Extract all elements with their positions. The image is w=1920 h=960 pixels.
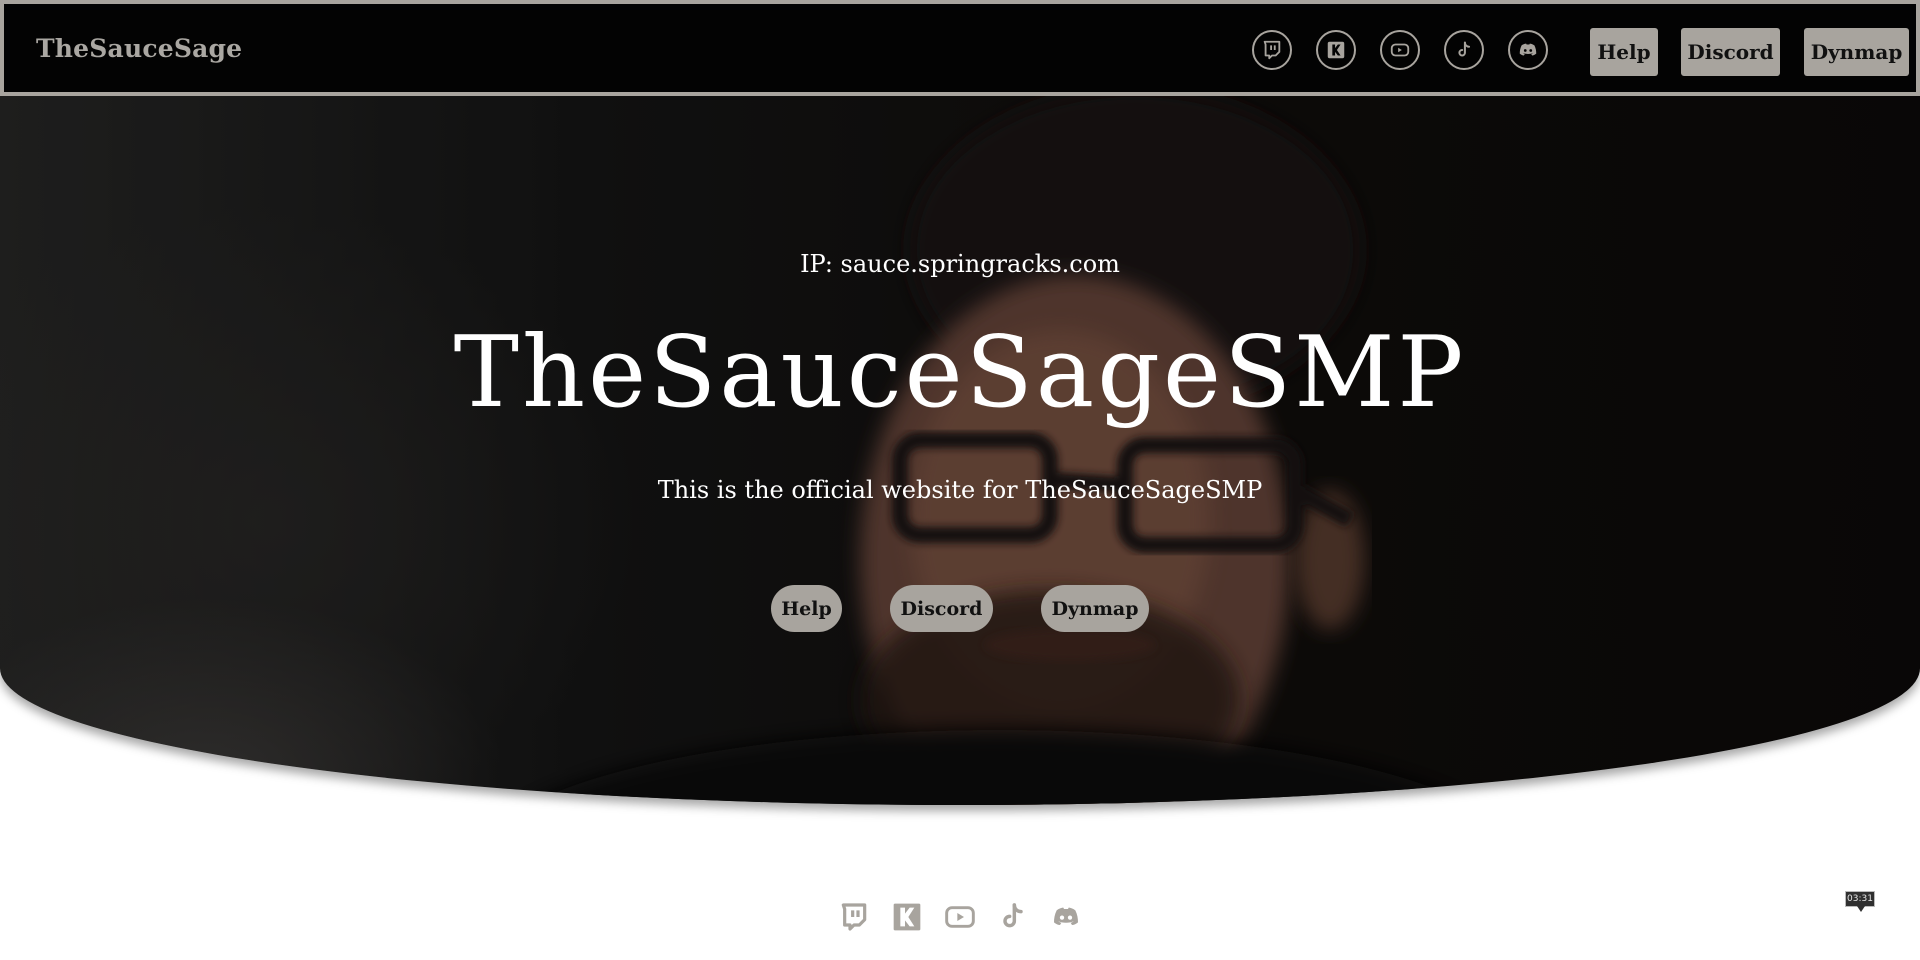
hero-banner: IP: sauce.springracks.com TheSauceSageSM… — [0, 0, 1920, 805]
hero-help-button[interactable]: Help — [771, 585, 842, 632]
top-navbar: TheSauceSage Help Discord Dynmap — [0, 0, 1920, 96]
twitch-icon[interactable] — [838, 900, 870, 934]
tiktok-icon[interactable] — [997, 900, 1029, 934]
footer-social-icons — [838, 900, 1082, 934]
hero-dynmap-button[interactable]: Dynmap — [1041, 585, 1149, 632]
brand-logo-text[interactable]: TheSauceSage — [36, 34, 242, 63]
nav-help-button[interactable]: Help — [1590, 28, 1658, 76]
hero-discord-button[interactable]: Discord — [890, 585, 993, 632]
youtube-icon[interactable] — [944, 900, 976, 934]
discord-icon[interactable] — [1050, 900, 1082, 934]
hero-title: TheSauceSageSMP — [453, 316, 1467, 430]
server-ip-text: IP: sauce.springracks.com — [800, 250, 1120, 278]
clock-tooltip: 03:31 — [1845, 891, 1875, 912]
discord-icon[interactable] — [1508, 30, 1548, 70]
kick-icon[interactable] — [1316, 30, 1356, 70]
twitch-icon[interactable] — [1252, 30, 1292, 70]
nav-dynmap-button[interactable]: Dynmap — [1804, 28, 1909, 76]
youtube-icon[interactable] — [1380, 30, 1420, 70]
nav-discord-button[interactable]: Discord — [1681, 28, 1780, 76]
nav-social-icons — [1252, 30, 1548, 70]
hero-subtitle: This is the official website for TheSauc… — [657, 476, 1263, 504]
tiktok-icon[interactable] — [1444, 30, 1484, 70]
kick-icon[interactable] — [891, 900, 923, 934]
